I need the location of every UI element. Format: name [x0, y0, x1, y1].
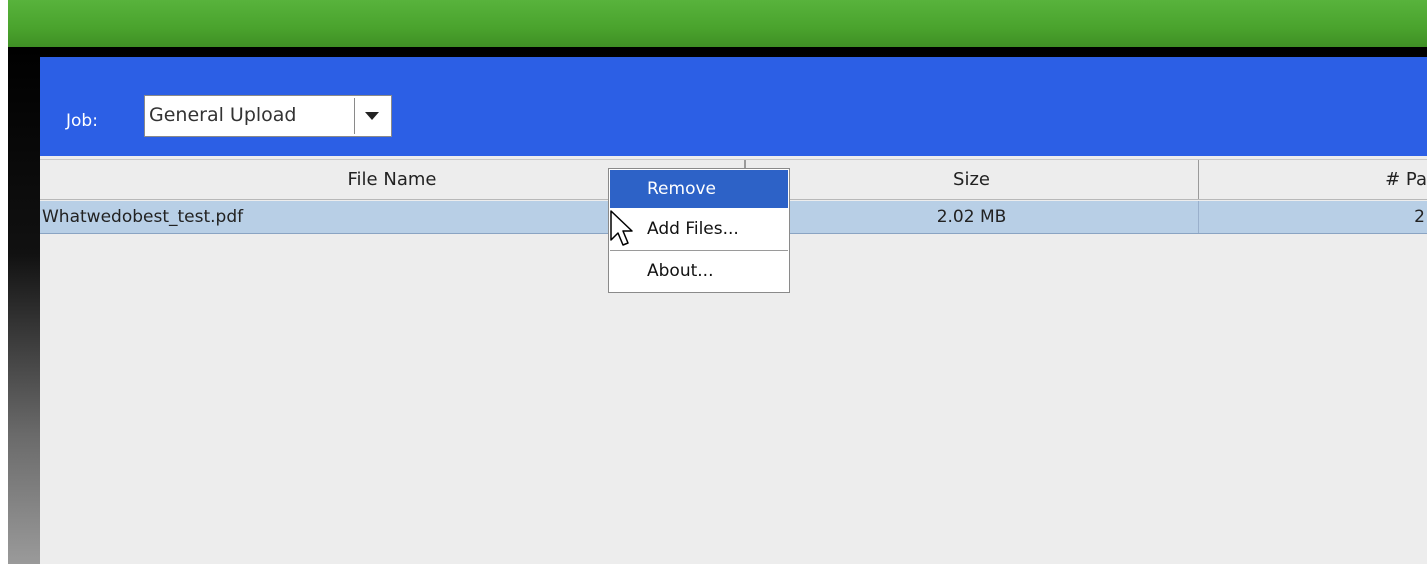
mouse-pointer-icon: [610, 210, 633, 246]
chevron-down-icon: [365, 112, 379, 120]
cell-pages: 2: [1414, 207, 1425, 227]
column-header-pages[interactable]: # Pa: [1199, 160, 1427, 199]
column-header-size[interactable]: Size: [745, 160, 1199, 199]
top-banner: [8, 0, 1427, 47]
menu-item-about[interactable]: About...: [610, 252, 788, 290]
menu-item-add-files[interactable]: Add Files...: [610, 210, 788, 248]
job-select-value: General Upload: [149, 104, 297, 126]
cell-size: 2.02 MB: [745, 201, 1199, 233]
menu-item-remove[interactable]: Remove: [610, 170, 788, 208]
menu-separator: [610, 250, 788, 251]
job-select[interactable]: General Upload: [144, 95, 392, 137]
job-select-dropdown-button[interactable]: [354, 98, 389, 134]
job-label: Job:: [66, 111, 98, 131]
